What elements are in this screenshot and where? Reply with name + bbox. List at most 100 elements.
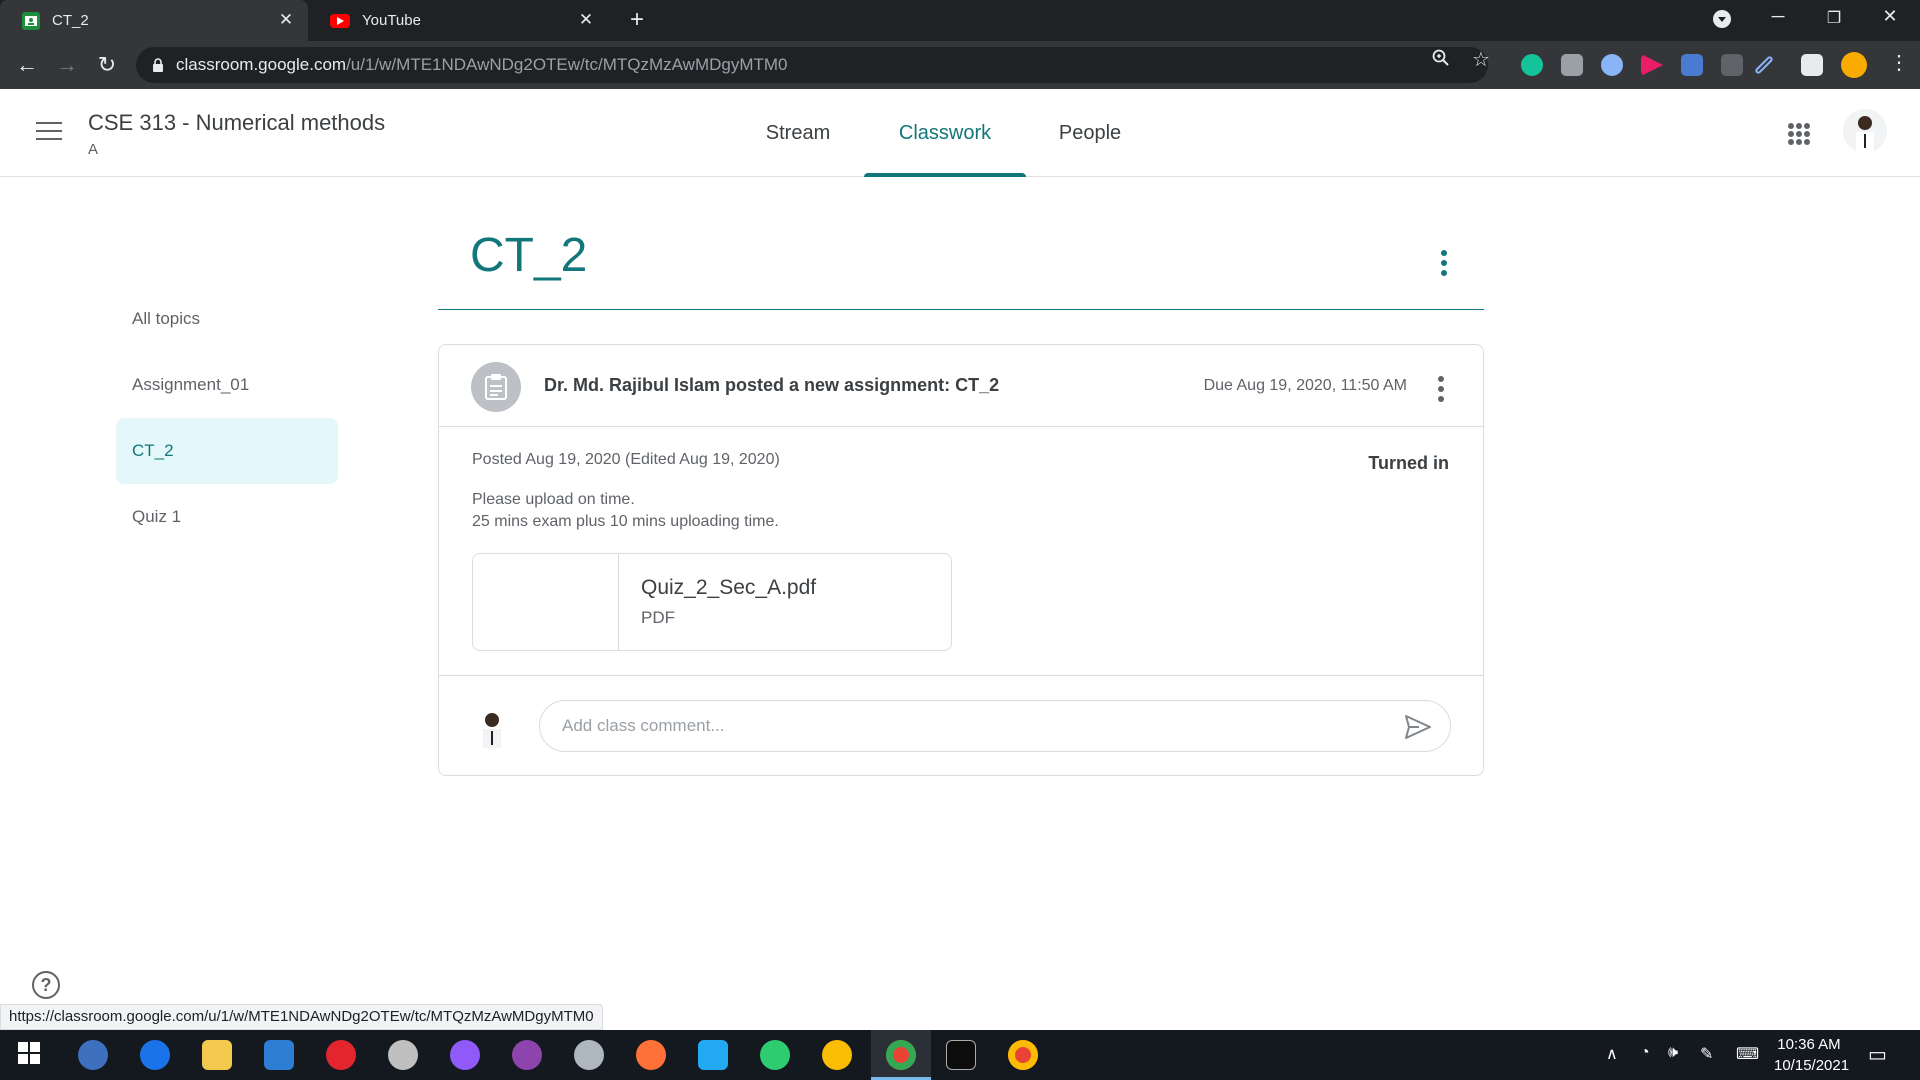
wifi-icon[interactable]: ◔ — [1640, 1044, 1650, 1062]
class-comment-box[interactable] — [539, 700, 1451, 752]
topic-all-topics[interactable]: All topics — [116, 286, 338, 352]
comment-divider — [439, 675, 1483, 676]
send-icon[interactable] — [1404, 714, 1432, 740]
classroom-header: CSE 313 - Numerical methods A Stream Cla… — [0, 89, 1920, 177]
due-date: Due Aug 19, 2020, 11:50 AM — [1203, 377, 1407, 394]
classroom-icon — [22, 11, 40, 30]
reload-button[interactable]: ↻ — [93, 51, 121, 79]
minimize-button[interactable]: ─ — [1758, 6, 1798, 27]
vscode-icon[interactable] — [698, 1040, 728, 1070]
mail-icon[interactable] — [264, 1040, 294, 1070]
maps-app-icon[interactable] — [760, 1040, 790, 1070]
paint-icon[interactable] — [574, 1040, 604, 1070]
topic-heading: CT_2 — [470, 229, 588, 282]
bookmark-star-icon[interactable]: ☆ — [1472, 47, 1490, 72]
assignment-header[interactable]: Dr. Md. Rajibul Islam posted a new assig… — [439, 345, 1483, 427]
extensions-puzzle-icon[interactable] — [1801, 54, 1823, 76]
edge-icon[interactable] — [140, 1040, 170, 1070]
opera-icon[interactable] — [326, 1040, 356, 1070]
windows-start-icon[interactable] — [16, 1040, 46, 1070]
messenger-icon[interactable] — [450, 1040, 480, 1070]
assignment-description: Please upload on time. 25 mins exam plus… — [472, 489, 779, 533]
address-bar[interactable]: classroom.google.com/u/1/w/MTE1NDAwNDg2O… — [136, 47, 1488, 83]
attachment-thumbnail — [473, 554, 619, 650]
attachment-name: Quiz_2_Sec_A.pdf — [641, 576, 817, 599]
system-clock[interactable]: 10:36 AM 10/15/2021 — [1774, 1034, 1850, 1076]
browser-toolbar: ← → ↻ classroom.google.com/u/1/w/MTE1NDA… — [0, 41, 1920, 89]
tab-title: YouTube — [362, 12, 421, 29]
qbittorrent-icon[interactable] — [78, 1040, 108, 1070]
tab-label: Classwork — [898, 121, 992, 144]
volume-icon[interactable]: 🕪 — [1668, 1044, 1678, 1062]
account-avatar[interactable] — [1843, 109, 1887, 153]
clock-time: 10:36 AM — [1777, 1036, 1841, 1053]
restore-button[interactable]: ❐ — [1814, 8, 1854, 28]
tab-extension-icon[interactable] — [1721, 54, 1743, 76]
assignment-title[interactable]: Dr. Md. Rajibul Islam posted a new assig… — [544, 375, 999, 396]
attachment-type: PDF — [641, 608, 675, 627]
topic-label: CT_2 — [132, 441, 174, 460]
topic-quiz-1[interactable]: Quiz 1 — [116, 484, 338, 550]
main-menu-icon[interactable] — [36, 122, 62, 142]
class-title[interactable]: CSE 313 - Numerical methods — [88, 110, 385, 136]
notifications-icon[interactable]: ▭ — [1868, 1042, 1887, 1067]
help-icon[interactable]: ? — [32, 971, 60, 999]
lock-icon — [152, 58, 164, 72]
close-tab-icon[interactable]: ✕ — [276, 10, 296, 30]
terminal-icon[interactable] — [946, 1040, 976, 1070]
new-tab-button[interactable]: + — [623, 6, 651, 34]
heading-divider — [438, 309, 1484, 310]
browser-menu-icon[interactable]: ⋮ — [1889, 50, 1909, 74]
pdf-attachment[interactable]: Quiz_2_Sec_A.pdf PDF — [472, 553, 952, 651]
topic-label: Assignment_01 — [132, 375, 250, 394]
grammarly-extension-icon[interactable] — [1521, 54, 1543, 76]
camera-extension-icon[interactable] — [1561, 54, 1583, 76]
tab-youtube[interactable]: YouTube ✕ — [308, 0, 608, 41]
vpn-extension-icon[interactable] — [1601, 54, 1623, 76]
close-window-button[interactable]: ✕ — [1870, 6, 1910, 27]
tab-search-icon[interactable] — [1702, 9, 1742, 34]
class-comment-input[interactable] — [562, 716, 1342, 736]
tab-title: CT_2 — [52, 12, 89, 29]
forward-button[interactable]: → — [53, 51, 81, 79]
url-text: classroom.google.com/u/1/w/MTE1NDAwNDg2O… — [176, 55, 788, 74]
github-icon[interactable] — [512, 1040, 542, 1070]
status-bar-url: https://classroom.google.com/u/1/w/MTE1N… — [0, 1004, 603, 1030]
satellite-app-icon[interactable] — [388, 1040, 418, 1070]
file-explorer-icon[interactable] — [202, 1040, 232, 1070]
browser-tabstrip: CT_2 ✕ YouTube ✕ + ─ ❐ ✕ — [0, 0, 1920, 41]
assignment-card: Dr. Md. Rajibul Islam posted a new assig… — [438, 344, 1484, 776]
description-line: Please upload on time. — [472, 491, 635, 508]
profile-avatar-icon[interactable] — [1841, 52, 1867, 78]
topic-label: Quiz 1 — [132, 507, 182, 526]
topic-ct2[interactable]: CT_2 — [116, 418, 338, 484]
clock-date: 10/15/2021 — [1774, 1057, 1850, 1074]
description-line: 25 mins exam plus 10 mins uploading time… — [472, 513, 779, 530]
topic-assignment-01[interactable]: Assignment_01 — [116, 352, 338, 418]
chrome-alt-icon[interactable] — [1008, 1040, 1038, 1070]
download-extension-icon[interactable] — [1681, 54, 1703, 76]
chrome-profile-icon[interactable] — [822, 1040, 852, 1070]
firefox-icon[interactable] — [636, 1040, 666, 1070]
pen-tray-icon[interactable]: ✎ — [1700, 1044, 1713, 1064]
back-button[interactable]: ← — [13, 51, 41, 79]
zoom-icon[interactable] — [1432, 49, 1450, 72]
topic-label: All topics — [132, 309, 201, 328]
assignment-options-icon[interactable] — [1438, 376, 1444, 402]
posted-date: Posted Aug 19, 2020 (Edited Aug 19, 2020… — [472, 451, 780, 468]
keyboard-icon[interactable]: ⌨ — [1736, 1044, 1759, 1064]
tab-classwork[interactable]: Classwork — [864, 89, 1026, 177]
tab-label: People — [1058, 121, 1122, 144]
google-apps-icon[interactable] — [1788, 123, 1810, 145]
chrome-icon[interactable] — [886, 1040, 916, 1070]
assignment-icon — [471, 362, 521, 412]
tab-stream[interactable]: Stream — [742, 89, 854, 177]
youtube-icon — [330, 13, 350, 28]
tab-ct2[interactable]: CT_2 ✕ — [0, 0, 308, 41]
topic-options-icon[interactable] — [1441, 250, 1447, 276]
turn-in-status: Turned in — [1368, 453, 1449, 473]
show-hidden-icons-icon[interactable]: ∧ — [1606, 1044, 1618, 1064]
windows-taskbar: ∧ ◔ 🕪 ✎ ⌨ 10:36 AM 10/15/2021 ▭ — [0, 1030, 1920, 1080]
close-tab-icon[interactable]: ✕ — [576, 10, 596, 30]
tab-people[interactable]: People — [1040, 89, 1140, 177]
